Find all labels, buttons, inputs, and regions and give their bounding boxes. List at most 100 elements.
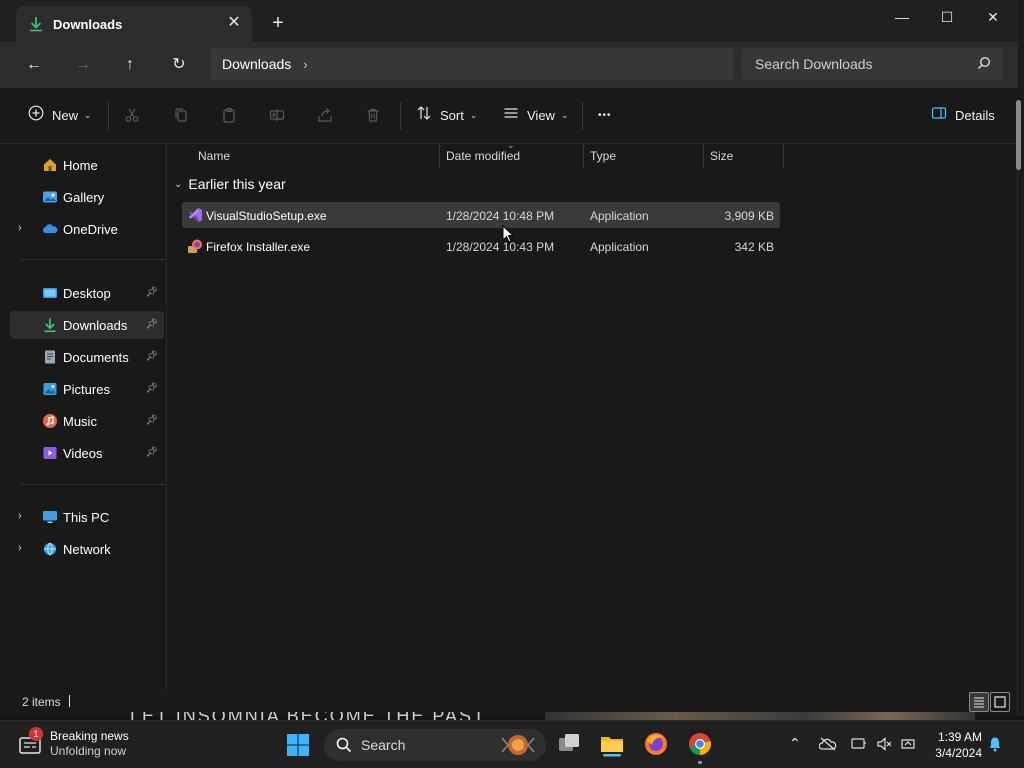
maximize-button[interactable]: ☐ bbox=[924, 6, 970, 28]
tab-downloads[interactable]: Downloads ✕ bbox=[16, 6, 252, 42]
onedrive-offline-icon[interactable] bbox=[819, 737, 837, 751]
pin-icon[interactable]: 📌︎ bbox=[145, 415, 158, 426]
up-button[interactable]: ↑ bbox=[117, 52, 143, 78]
sidebar-item-label: Gallery bbox=[63, 189, 105, 205]
column-header-size[interactable]: Size bbox=[710, 144, 733, 168]
sidebar-item-pictures[interactable]: Pictures 📌︎ bbox=[10, 375, 164, 403]
large-icons-view-icon bbox=[994, 696, 1006, 708]
file-date: 1/28/2024 10:43 PM bbox=[446, 240, 555, 254]
large-icons-view-button[interactable] bbox=[990, 692, 1010, 712]
details-pane-button[interactable]: Details bbox=[931, 104, 995, 126]
chevron-right-icon[interactable]: › bbox=[18, 222, 22, 234]
pin-icon[interactable]: 📌︎ bbox=[145, 447, 158, 458]
file-row[interactable]: Firefox Installer.exe 1/28/2024 10:43 PM… bbox=[182, 233, 780, 259]
file-type: Application bbox=[590, 209, 649, 223]
file-explorer-taskbar-icon[interactable] bbox=[599, 731, 625, 768]
sidebar-item-downloads[interactable]: Downloads 📌︎ bbox=[10, 311, 164, 339]
refresh-button[interactable]: ↻ bbox=[166, 52, 192, 78]
download-arrow-icon bbox=[28, 16, 44, 32]
column-divider[interactable] bbox=[703, 144, 704, 168]
cut-button[interactable] bbox=[124, 104, 140, 126]
sidebar-item-gallery[interactable]: Gallery bbox=[10, 183, 164, 211]
minimize-button[interactable]: — bbox=[879, 6, 925, 28]
sidebar-item-home[interactable]: Home bbox=[10, 151, 164, 179]
sidebar-item-label: Network bbox=[63, 541, 111, 557]
windows-start-icon[interactable] bbox=[286, 733, 310, 757]
details-view-button[interactable] bbox=[969, 692, 989, 712]
back-button[interactable]: ← bbox=[21, 52, 47, 78]
delete-button[interactable] bbox=[365, 104, 381, 126]
details-label: Details bbox=[955, 107, 995, 123]
chevron-right-icon[interactable]: › bbox=[18, 510, 22, 522]
notification-bell-icon[interactable] bbox=[988, 736, 1002, 752]
pin-icon[interactable]: 📌︎ bbox=[145, 383, 158, 394]
rename-button[interactable] bbox=[269, 104, 285, 126]
sort-indicator-icon: ⌄ bbox=[507, 140, 515, 150]
taskbar: 1 Breaking news Unfolding now Search ⌃ 1… bbox=[0, 720, 1024, 768]
battery-icon[interactable] bbox=[900, 736, 916, 752]
new-label: New bbox=[52, 107, 79, 123]
copy-button[interactable] bbox=[173, 104, 189, 126]
address-bar[interactable]: Downloads › bbox=[210, 48, 734, 80]
copy-icon bbox=[175, 108, 187, 122]
display-icon[interactable] bbox=[851, 736, 867, 752]
group-header[interactable]: ⌄ Earlier this year bbox=[174, 176, 286, 192]
firefox-icon[interactable] bbox=[643, 731, 669, 757]
sort-button[interactable]: Sort ⌄ bbox=[416, 104, 477, 126]
onedrive-icon bbox=[42, 221, 58, 237]
chrome-icon[interactable] bbox=[687, 731, 713, 757]
paste-button[interactable] bbox=[221, 104, 237, 126]
new-button[interactable]: New ⌄ bbox=[28, 104, 92, 126]
pin-icon[interactable]: 📌︎ bbox=[145, 351, 158, 362]
column-divider[interactable] bbox=[439, 144, 440, 168]
chevron-down-icon[interactable]: ⌄ bbox=[174, 179, 182, 190]
taskbar-search[interactable]: Search bbox=[324, 729, 546, 761]
sort-icon bbox=[416, 105, 432, 125]
sidebar-item-network[interactable]: › Network bbox=[10, 535, 164, 563]
new-tab-button[interactable]: + bbox=[268, 13, 288, 33]
chevron-right-icon[interactable]: › bbox=[18, 542, 22, 554]
close-button[interactable]: ✕ bbox=[970, 6, 1016, 28]
file-type: Application bbox=[590, 240, 649, 254]
more-options-button[interactable]: ••• bbox=[598, 104, 612, 126]
file-name: Firefox Installer.exe bbox=[206, 240, 311, 254]
pin-icon[interactable]: 📌︎ bbox=[145, 287, 158, 298]
sidebar-item-music[interactable]: Music 📌︎ bbox=[10, 407, 164, 435]
downloads-icon bbox=[42, 317, 58, 333]
sidebar-item-videos[interactable]: Videos 📌︎ bbox=[10, 439, 164, 467]
sidebar-item-documents[interactable]: Documents 📌︎ bbox=[10, 343, 164, 371]
column-divider[interactable] bbox=[783, 144, 784, 168]
view-list-icon bbox=[503, 105, 519, 125]
volume-muted-icon[interactable] bbox=[876, 736, 892, 752]
this-pc-icon bbox=[42, 509, 58, 525]
file-row[interactable]: VisualStudioSetup.exe 1/28/2024 10:48 PM… bbox=[182, 202, 780, 228]
background-photo bbox=[545, 712, 975, 720]
sidebar-item-label: Documents bbox=[63, 349, 129, 365]
column-header-type[interactable]: Type bbox=[590, 144, 616, 168]
show-hidden-icons-chevron-icon[interactable]: ⌃ bbox=[789, 735, 801, 752]
sidebar-item-label: Music bbox=[63, 413, 97, 429]
view-label: View bbox=[527, 107, 555, 123]
forward-button[interactable]: → bbox=[70, 52, 96, 78]
search-icon[interactable] bbox=[977, 56, 991, 70]
chevron-down-icon: ⌄ bbox=[84, 109, 92, 120]
scrollbar-thumb[interactable] bbox=[1016, 100, 1021, 170]
column-divider[interactable] bbox=[583, 144, 584, 168]
column-header-name[interactable]: Name bbox=[198, 144, 230, 168]
pin-icon[interactable]: 📌︎ bbox=[145, 319, 158, 330]
chevron-right-icon[interactable]: › bbox=[303, 57, 307, 72]
pane-divider[interactable] bbox=[166, 144, 167, 690]
sidebar-item-desktop[interactable]: Desktop 📌︎ bbox=[10, 279, 164, 307]
breadcrumb-downloads[interactable]: Downloads bbox=[222, 56, 291, 72]
system-clock[interactable]: 1:39 AM 3/4/2024 bbox=[928, 729, 982, 761]
news-widget[interactable]: 1 Breaking news Unfolding now bbox=[18, 727, 129, 758]
view-button[interactable]: View ⌄ bbox=[503, 104, 569, 126]
share-button[interactable] bbox=[317, 104, 333, 126]
title-bar: Downloads ✕ + — ☐ ✕ bbox=[0, 0, 1018, 42]
sidebar-item-onedrive[interactable]: › OneDrive bbox=[10, 215, 164, 243]
plus-circle-icon bbox=[28, 105, 44, 125]
search-input[interactable]: Search Downloads bbox=[741, 48, 1003, 80]
tab-close-icon[interactable]: ✕ bbox=[226, 15, 242, 31]
task-view-icon[interactable] bbox=[556, 731, 582, 757]
sidebar-item-this-pc[interactable]: › This PC bbox=[10, 503, 164, 531]
